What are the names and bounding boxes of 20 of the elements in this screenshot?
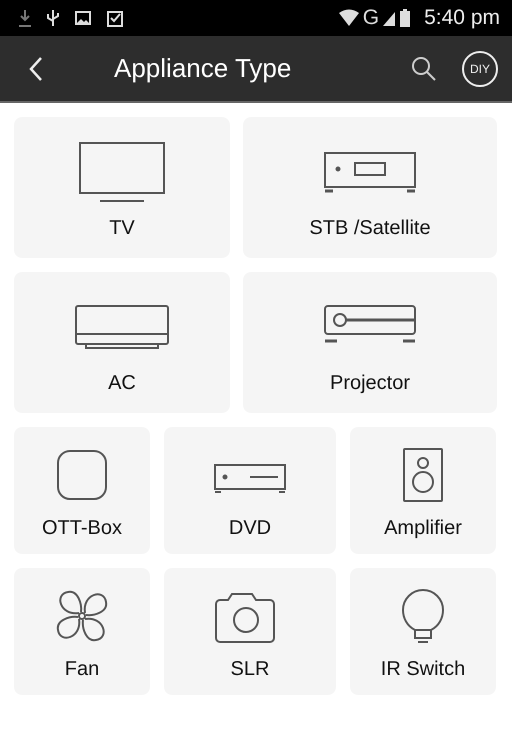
network-type: G	[362, 6, 380, 30]
appliance-tile[interactable]: Fan	[14, 568, 150, 695]
clipboard-check-icon	[106, 8, 124, 28]
diy-button[interactable]: DIY	[462, 50, 498, 86]
appliance-tile[interactable]: IR Switch	[350, 568, 496, 695]
appliance-tile[interactable]: STB /Satellite	[243, 117, 497, 258]
appliance-tile[interactable]: AC	[14, 272, 230, 413]
usb-icon	[46, 8, 60, 28]
image-icon	[74, 9, 92, 27]
appliance-tile[interactable]: DVD	[164, 427, 336, 554]
screen-title: Appliance Type	[114, 53, 292, 84]
appliance-tile[interactable]: Amplifier	[350, 427, 496, 554]
appliance-tile[interactable]: SLR	[164, 568, 336, 695]
battery-icon	[399, 8, 412, 28]
appliance-tile[interactable]: Projector	[243, 272, 497, 413]
download-icon	[18, 8, 32, 28]
appliance-tile[interactable]: TV	[14, 117, 230, 258]
clock: 5:40 pm	[424, 6, 500, 30]
appliance-tile[interactable]: OTT-Box	[14, 427, 150, 554]
wifi-icon	[338, 9, 360, 27]
